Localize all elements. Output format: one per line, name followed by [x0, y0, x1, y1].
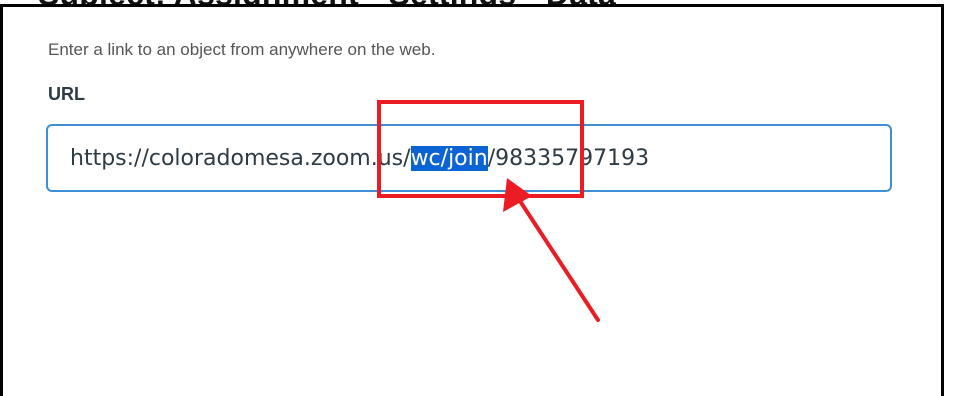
- url-label: URL: [48, 84, 85, 104]
- url-description: Enter a link to an object from anywhere …: [48, 40, 436, 59]
- url-selected-text: wc/join: [410, 145, 488, 171]
- dialog-panel: [0, 4, 944, 396]
- url-text-after: /98335797193: [487, 145, 650, 171]
- screenshot-stage: Subject: Assignment • Settings • Data En…: [0, 0, 960, 396]
- url-text-before: https://coloradomesa.zoom.us/: [70, 145, 411, 171]
- url-input[interactable]: https://coloradomesa.zoom.us/wc/join/983…: [46, 124, 892, 192]
